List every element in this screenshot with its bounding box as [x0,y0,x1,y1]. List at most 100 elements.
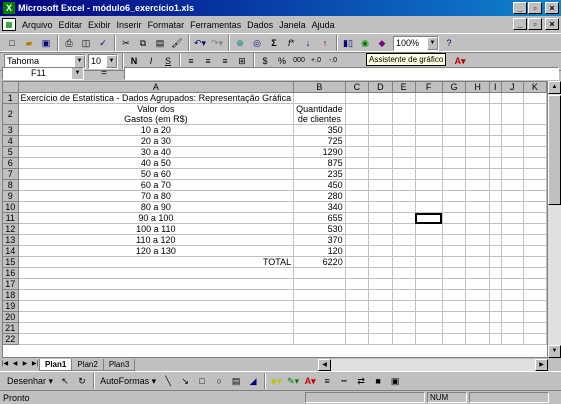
cell[interactable] [489,190,502,202]
cell[interactable]: 450 [293,179,346,191]
row-header[interactable]: 6 [3,157,19,169]
cell[interactable] [415,311,443,323]
next-sheet-icon[interactable]: ▶ [20,359,30,370]
paste-icon[interactable]: ▤ [152,35,168,51]
column-header[interactable]: I [489,82,502,93]
cell[interactable] [501,300,524,312]
prev-sheet-icon[interactable]: ◀ [10,359,20,370]
cell[interactable] [368,267,393,279]
row-header[interactable]: 18 [3,289,19,301]
cell[interactable] [345,333,370,345]
cell[interactable] [489,245,502,257]
menu-arquivo[interactable]: Arquivo [19,20,56,30]
row-header[interactable]: 2 [3,103,19,125]
cell[interactable] [415,256,443,268]
cell[interactable] [523,278,547,290]
cell[interactable]: 20 a 30 [18,135,295,147]
row-header[interactable]: 8 [3,179,19,191]
first-sheet-icon[interactable]: |◀ [0,359,10,370]
doc-restore-button[interactable]: ▫ [528,18,542,30]
cell[interactable] [368,311,393,323]
cell[interactable] [392,103,416,125]
cell[interactable] [501,256,524,268]
line-color-icon[interactable]: ✎▾ [285,373,301,389]
cell[interactable] [415,157,443,169]
tab-plan1[interactable]: Plan1 [39,358,73,371]
cell[interactable] [489,103,502,125]
cell[interactable] [345,322,370,334]
cell[interactable] [489,157,502,169]
cell[interactable] [392,256,416,268]
cell[interactable] [501,179,524,191]
cell[interactable] [523,223,547,235]
cell[interactable] [368,146,393,158]
cell[interactable] [489,124,502,136]
cell[interactable] [415,289,443,301]
cell[interactable] [392,157,416,169]
cell[interactable] [501,201,524,213]
cell[interactable] [293,322,346,334]
cell[interactable] [392,201,416,213]
cell[interactable] [368,190,393,202]
cell[interactable]: 120 a 130 [18,245,295,257]
row-header[interactable]: 4 [3,135,19,147]
doc-minimize-button[interactable]: _ [513,18,527,30]
cell[interactable] [523,103,547,125]
dash-style-icon[interactable]: ┅ [336,373,352,389]
scroll-up-icon[interactable]: ▲ [548,81,561,94]
cell[interactable] [489,311,502,323]
cell[interactable] [18,333,295,345]
menu-janela[interactable]: Janela [276,20,309,30]
cell[interactable]: Valor dos Gastos (em R$) [18,103,295,125]
copy-icon[interactable]: ⧉ [135,35,151,51]
cell[interactable] [465,322,490,334]
cell[interactable] [465,92,490,104]
cell[interactable] [523,168,547,180]
oval-icon[interactable]: ○ [211,373,227,389]
cell[interactable] [523,146,547,158]
cell[interactable] [392,212,416,224]
menu-inserir[interactable]: Inserir [114,20,145,30]
map-icon[interactable]: ◉ [357,35,373,51]
cell[interactable] [345,92,370,104]
cell[interactable] [501,146,524,158]
cell[interactable] [523,289,547,301]
cell[interactable] [442,212,467,224]
cell[interactable] [523,212,547,224]
column-header[interactable]: K [523,82,547,93]
web-toolbar-icon[interactable]: ◎ [249,35,265,51]
wordart-icon[interactable]: ◢ [245,373,261,389]
column-header[interactable]: F [415,82,443,93]
scroll-thumb[interactable] [548,95,561,205]
cell[interactable] [501,245,524,257]
cell[interactable] [465,278,490,290]
cell[interactable] [415,168,443,180]
open-icon[interactable]: ▰ [21,35,37,51]
row-header[interactable]: 22 [3,333,19,345]
tab-plan3[interactable]: Plan3 [102,358,136,371]
cell[interactable]: 875 [293,157,346,169]
cell[interactable] [523,333,547,345]
cell[interactable] [465,146,490,158]
cell[interactable] [368,289,393,301]
cell[interactable] [465,212,490,224]
cell[interactable]: 530 [293,223,346,235]
cell[interactable] [415,333,443,345]
cell[interactable] [392,278,416,290]
cell[interactable] [442,135,467,147]
cell[interactable] [442,311,467,323]
cell[interactable] [523,124,547,136]
cell[interactable] [345,157,370,169]
cell[interactable] [501,311,524,323]
draw-menu-button[interactable]: Desenhar ▾ [4,373,56,389]
rectangle-icon[interactable]: □ [194,373,210,389]
row-header[interactable]: 16 [3,267,19,279]
cell[interactable] [392,146,416,158]
cell[interactable] [465,245,490,257]
cell[interactable] [415,190,443,202]
row-header[interactable]: 21 [3,322,19,334]
cell[interactable] [345,234,370,246]
cut-icon[interactable]: ✂ [118,35,134,51]
cell[interactable] [368,92,393,104]
arrow-style-icon[interactable]: ⇄ [353,373,369,389]
